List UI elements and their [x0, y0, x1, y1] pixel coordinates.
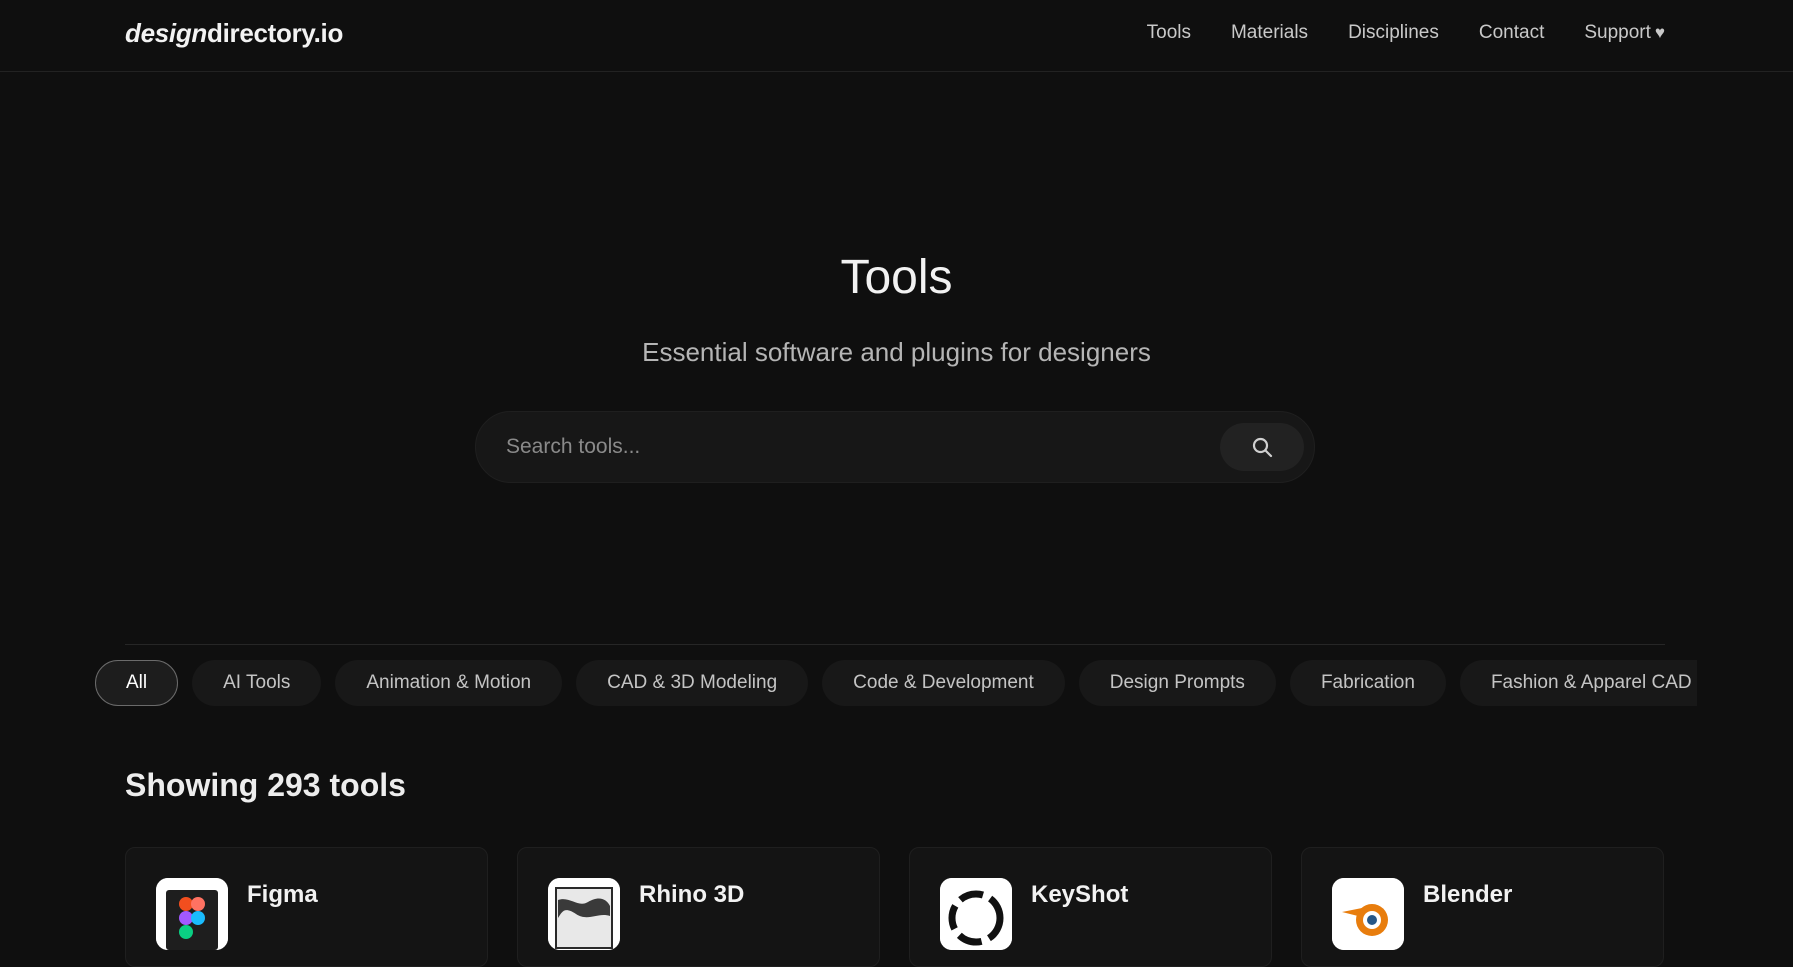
- search-button[interactable]: [1220, 423, 1304, 471]
- filter-chip-ai-tools[interactable]: AI Tools: [192, 660, 321, 706]
- main-nav: Tools Materials Disciplines Contact Supp…: [1147, 22, 1665, 44]
- figma-logo-icon: [156, 878, 228, 950]
- filter-chip-fabrication[interactable]: Fabrication: [1290, 660, 1446, 706]
- tool-grid: Figma Rhino 3D KeyShot: [125, 847, 1665, 967]
- search-input[interactable]: [506, 412, 1186, 482]
- filter-chip-design-prompts[interactable]: Design Prompts: [1079, 660, 1276, 706]
- logo-design-text: design: [125, 18, 207, 48]
- site-logo[interactable]: designdirectory.io: [125, 18, 343, 49]
- keyshot-logo-icon: [940, 878, 1012, 950]
- filter-chip-code-development[interactable]: Code & Development: [822, 660, 1065, 706]
- tool-card-blender[interactable]: Blender: [1301, 847, 1664, 967]
- page-subtitle: Essential software and plugins for desig…: [0, 337, 1793, 368]
- category-filter-bar: All AI Tools Animation & Motion CAD & 3D…: [95, 660, 1697, 708]
- results-count: Showing 293 tools: [125, 767, 406, 804]
- tool-card-rhino-3d[interactable]: Rhino 3D: [517, 847, 880, 967]
- page-title: Tools: [0, 250, 1793, 305]
- section-divider: [125, 644, 1665, 645]
- nav-link-support[interactable]: Support♥: [1584, 22, 1665, 44]
- rhino-logo-icon: [548, 878, 620, 950]
- tool-name: Blender: [1423, 881, 1512, 909]
- heart-icon: ♥: [1655, 23, 1665, 42]
- nav-link-disciplines[interactable]: Disciplines: [1348, 22, 1439, 44]
- tool-card-figma[interactable]: Figma: [125, 847, 488, 967]
- tool-name: KeyShot: [1031, 881, 1128, 909]
- nav-link-materials[interactable]: Materials: [1231, 22, 1308, 44]
- tool-name: Figma: [247, 881, 318, 909]
- search-icon: [1250, 435, 1274, 459]
- blender-logo-icon: [1332, 878, 1404, 950]
- nav-link-tools[interactable]: Tools: [1147, 22, 1191, 44]
- tool-card-keyshot[interactable]: KeyShot: [909, 847, 1272, 967]
- nav-link-contact[interactable]: Contact: [1479, 22, 1544, 44]
- filter-chip-all[interactable]: All: [95, 660, 178, 706]
- filter-chip-cad-3d-modeling[interactable]: CAD & 3D Modeling: [576, 660, 808, 706]
- top-navbar: designdirectory.io Tools Materials Disci…: [0, 0, 1793, 72]
- logo-directory-text: directory.io: [207, 18, 343, 48]
- filter-chip-fashion-apparel-cad[interactable]: Fashion & Apparel CAD: [1460, 660, 1697, 706]
- filter-chip-animation-motion[interactable]: Animation & Motion: [335, 660, 562, 706]
- search-bar: [475, 411, 1315, 483]
- tool-name: Rhino 3D: [639, 881, 744, 909]
- nav-link-support-label: Support: [1584, 22, 1651, 43]
